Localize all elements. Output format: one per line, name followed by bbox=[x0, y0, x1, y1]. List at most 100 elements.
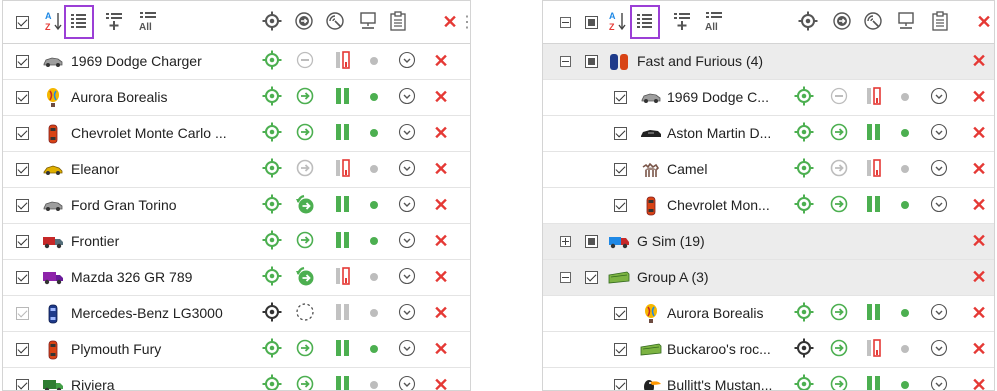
follow-unit-button[interactable] bbox=[293, 152, 317, 187]
follow-unit-button[interactable] bbox=[293, 332, 317, 367]
follow-unit-button[interactable] bbox=[293, 368, 317, 390]
unit-menu-button[interactable] bbox=[397, 116, 417, 151]
unit-checkbox[interactable] bbox=[13, 332, 31, 367]
remove-unit-button[interactable]: ✕ bbox=[433, 152, 449, 187]
follow-unit-button[interactable] bbox=[827, 116, 851, 151]
unit-checkbox[interactable] bbox=[13, 188, 31, 223]
unit-menu-button[interactable] bbox=[397, 260, 417, 295]
more-menu-button[interactable]: ⋮ bbox=[459, 9, 470, 35]
group-checkbox[interactable] bbox=[583, 224, 599, 259]
follow-unit-button[interactable] bbox=[293, 44, 317, 79]
unit-checkbox[interactable] bbox=[611, 80, 629, 115]
follow-unit-button[interactable] bbox=[293, 224, 317, 259]
unit-menu-button[interactable] bbox=[397, 224, 417, 259]
unit-menu-button[interactable] bbox=[929, 188, 949, 223]
locate-unit-button[interactable] bbox=[261, 116, 283, 151]
remove-all-button[interactable]: ✕ bbox=[975, 9, 993, 35]
group-row[interactable]: Group A (3) ✕ bbox=[543, 260, 994, 296]
remove-unit-button[interactable]: ✕ bbox=[971, 80, 987, 115]
locate-unit-button[interactable] bbox=[261, 44, 283, 79]
group-row[interactable]: G Sim (19) ✕ bbox=[543, 224, 994, 260]
remove-unit-button[interactable]: ✕ bbox=[433, 224, 449, 259]
remove-unit-button[interactable]: ✕ bbox=[433, 368, 449, 390]
unit-checkbox[interactable] bbox=[13, 152, 31, 187]
unit-checkbox[interactable] bbox=[13, 296, 31, 331]
locate-unit-button[interactable] bbox=[261, 296, 283, 331]
show-all-button[interactable]: All bbox=[137, 9, 161, 35]
collapse-group-button[interactable] bbox=[557, 260, 573, 295]
computer-button[interactable] bbox=[895, 9, 917, 35]
follow-unit-button[interactable] bbox=[827, 332, 851, 367]
unit-row[interactable]: Ford Gran Torino ✕ bbox=[3, 188, 470, 224]
group-checkbox[interactable] bbox=[583, 44, 599, 79]
unit-checkbox[interactable] bbox=[611, 116, 629, 151]
unit-menu-button[interactable] bbox=[929, 296, 949, 331]
unit-menu-button[interactable] bbox=[397, 80, 417, 115]
remove-unit-button[interactable]: ✕ bbox=[971, 368, 987, 390]
locate-unit-button[interactable] bbox=[261, 80, 283, 115]
remove-unit-button[interactable]: ✕ bbox=[433, 188, 449, 223]
unit-menu-button[interactable] bbox=[397, 152, 417, 187]
unit-menu-button[interactable] bbox=[397, 296, 417, 331]
remove-unit-button[interactable]: ✕ bbox=[433, 116, 449, 151]
unit-row[interactable]: 1969 Dodge Charger ✕ bbox=[3, 44, 470, 80]
collapse-group-button[interactable] bbox=[557, 44, 573, 79]
locate-unit-button[interactable] bbox=[793, 152, 815, 187]
unit-row[interactable]: Aston Martin D... ✕ bbox=[543, 116, 994, 152]
unit-checkbox[interactable] bbox=[611, 188, 629, 223]
locate-unit-button[interactable] bbox=[793, 332, 815, 367]
remove-all-button[interactable]: ✕ bbox=[441, 9, 459, 35]
locate-unit-button[interactable] bbox=[793, 368, 815, 390]
unit-checkbox[interactable] bbox=[13, 116, 31, 151]
unit-menu-button[interactable] bbox=[929, 152, 949, 187]
unit-row[interactable]: Aurora Borealis ✕ bbox=[3, 80, 470, 116]
follow-unit-button[interactable] bbox=[293, 296, 317, 331]
follow-all-button[interactable] bbox=[293, 9, 315, 35]
remove-unit-button[interactable]: ✕ bbox=[971, 152, 987, 187]
unit-checkbox[interactable] bbox=[611, 152, 629, 187]
remove-group-button[interactable]: ✕ bbox=[971, 260, 987, 295]
follow-unit-button[interactable] bbox=[293, 260, 317, 295]
tracking-button[interactable] bbox=[323, 9, 347, 35]
locate-unit-button[interactable] bbox=[261, 152, 283, 187]
collapse-all-button[interactable] bbox=[557, 9, 573, 35]
unit-row[interactable]: Buckaroo's roc... ✕ bbox=[543, 332, 994, 368]
remove-unit-button[interactable]: ✕ bbox=[433, 332, 449, 367]
follow-unit-button[interactable] bbox=[827, 188, 851, 223]
unit-row[interactable]: Plymouth Fury ✕ bbox=[3, 332, 470, 368]
remove-unit-button[interactable]: ✕ bbox=[971, 116, 987, 151]
remove-unit-button[interactable]: ✕ bbox=[971, 332, 987, 367]
unit-menu-button[interactable] bbox=[929, 368, 949, 390]
unit-row[interactable]: Frontier ✕ bbox=[3, 224, 470, 260]
unit-checkbox[interactable] bbox=[13, 80, 31, 115]
locate-unit-button[interactable] bbox=[793, 116, 815, 151]
sort-az-button[interactable]: AZ bbox=[43, 9, 65, 35]
expand-group-button[interactable] bbox=[557, 224, 573, 259]
unit-menu-button[interactable] bbox=[929, 80, 949, 115]
remove-unit-button[interactable]: ✕ bbox=[433, 260, 449, 295]
unit-checkbox[interactable] bbox=[611, 368, 629, 390]
follow-unit-button[interactable] bbox=[293, 188, 317, 223]
locate-unit-button[interactable] bbox=[261, 188, 283, 223]
unit-menu-button[interactable] bbox=[397, 368, 417, 390]
remove-unit-button[interactable]: ✕ bbox=[433, 44, 449, 79]
locate-unit-button[interactable] bbox=[261, 368, 283, 390]
unit-menu-button[interactable] bbox=[397, 332, 417, 367]
group-add-button[interactable] bbox=[103, 9, 125, 35]
sort-az-button[interactable]: AZ bbox=[607, 9, 629, 35]
select-all-checkbox[interactable] bbox=[13, 9, 31, 35]
locate-unit-button[interactable] bbox=[793, 296, 815, 331]
computer-button[interactable] bbox=[357, 9, 379, 35]
unit-row[interactable]: Riviera ✕ bbox=[3, 368, 470, 390]
locate-unit-button[interactable] bbox=[261, 224, 283, 259]
follow-unit-button[interactable] bbox=[293, 116, 317, 151]
unit-checkbox[interactable] bbox=[13, 368, 31, 390]
group-row[interactable]: Fast and Furious (4) ✕ bbox=[543, 44, 994, 80]
group-checkbox[interactable] bbox=[583, 260, 599, 295]
tracking-button[interactable] bbox=[861, 9, 885, 35]
select-all-checkbox[interactable] bbox=[583, 9, 599, 35]
unit-checkbox[interactable] bbox=[13, 44, 31, 79]
unit-checkbox[interactable] bbox=[13, 260, 31, 295]
unit-checkbox[interactable] bbox=[611, 296, 629, 331]
unit-row[interactable]: Eleanor ✕ bbox=[3, 152, 470, 188]
